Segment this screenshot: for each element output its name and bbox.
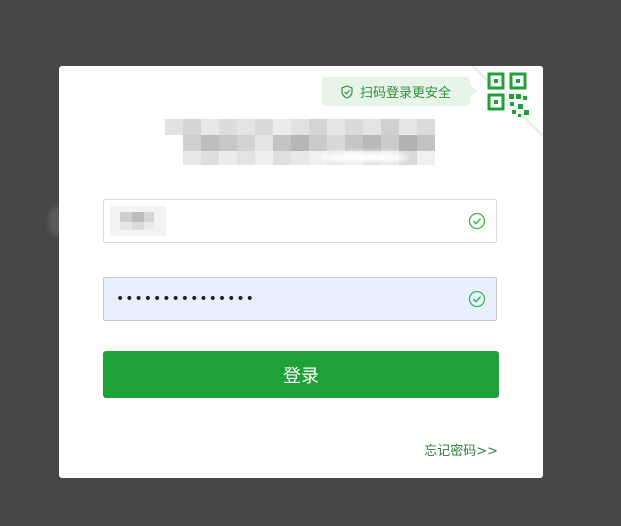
login-button[interactable]: 登录 bbox=[103, 351, 499, 398]
check-circle-icon bbox=[468, 290, 486, 308]
username-field[interactable] bbox=[103, 199, 497, 243]
password-value: ••••••••••••••• bbox=[116, 291, 255, 307]
qr-login-tip: 扫码登录更安全 bbox=[322, 77, 478, 106]
qr-login-toggle[interactable] bbox=[469, 66, 543, 140]
qr-tip-text: 扫码登录更安全 bbox=[360, 86, 452, 101]
shield-check-icon bbox=[341, 84, 353, 99]
smudge-1 bbox=[319, 152, 409, 162]
check-circle-icon bbox=[468, 212, 486, 230]
qr-code-icon bbox=[469, 66, 543, 140]
password-field[interactable]: ••••••••••••••• bbox=[103, 277, 497, 321]
forgot-password-link[interactable]: 忘记密码>> bbox=[424, 440, 498, 459]
username-value-blurred bbox=[110, 206, 166, 236]
login-dialog: 扫码登录更安全 ••••••••••••••• 登录 忘记密码>> bbox=[59, 66, 543, 478]
